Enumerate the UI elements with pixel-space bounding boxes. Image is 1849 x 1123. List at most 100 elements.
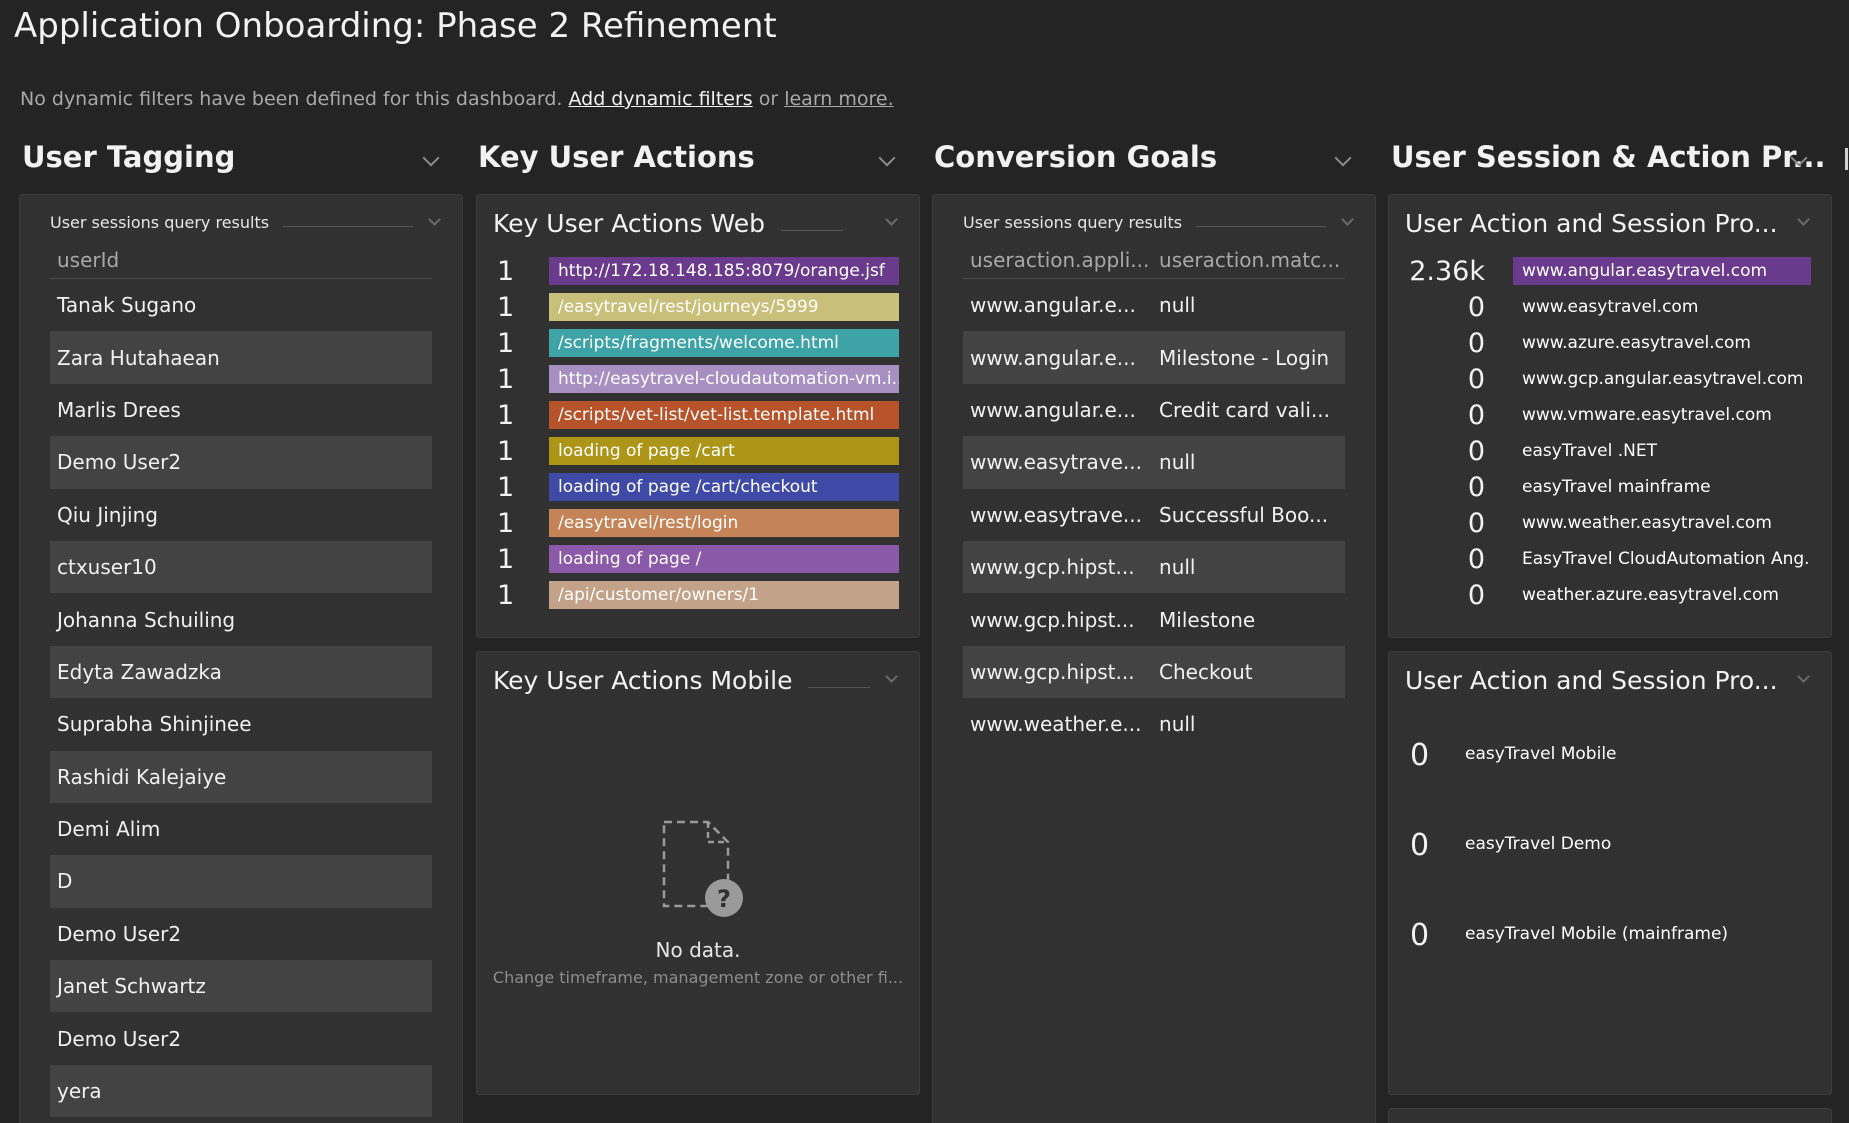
chevron-down-icon[interactable] bbox=[1334, 149, 1352, 167]
cell-userid: Janet Schwartz bbox=[57, 974, 206, 999]
conversion-goals-table: useraction.appli... useraction.matc... w… bbox=[963, 241, 1345, 751]
list-item[interactable]: 0 www.azure.easytravel.com bbox=[1405, 325, 1811, 361]
chevron-down-icon[interactable] bbox=[1797, 670, 1810, 683]
table-row[interactable]: Marlis Drees bbox=[50, 384, 432, 436]
list-item[interactable]: 0 EasyTravel CloudAutomation Ang... bbox=[1405, 541, 1811, 577]
table-row[interactable]: www.angular.e... null bbox=[963, 279, 1345, 331]
list-item[interactable]: 1 loading of page /cart bbox=[493, 433, 899, 469]
property-count: 0 bbox=[1467, 435, 1485, 467]
action-count: 1 bbox=[497, 363, 515, 395]
action-count: 1 bbox=[497, 435, 515, 467]
table-row[interactable]: Johanna Schuiling bbox=[50, 593, 432, 645]
list-item[interactable]: 1 loading of page / bbox=[493, 541, 899, 577]
property-label: www.weather.easytravel.com bbox=[1522, 513, 1772, 533]
add-dynamic-filters-link[interactable]: Add dynamic filters bbox=[568, 88, 752, 110]
no-data-placeholder: ? No data. Change timeframe, management … bbox=[477, 812, 919, 987]
table-row[interactable]: www.gcp.hipst... null bbox=[963, 540, 1345, 594]
table-row[interactable]: Suprabha Shinjinee bbox=[50, 698, 432, 750]
action-label: loading of page / bbox=[549, 545, 899, 573]
table-row[interactable]: www.easytrave... Successful Boo... bbox=[963, 489, 1345, 541]
table-row[interactable]: Demi Alim bbox=[50, 803, 432, 855]
action-label: /scripts/vet-list/vet-list.template.html bbox=[549, 401, 899, 429]
cell-userid: Demo User2 bbox=[57, 921, 182, 946]
list-item[interactable]: 0 easyTravel .NET bbox=[1405, 433, 1811, 469]
list-item[interactable]: 0 easyTravel Demo bbox=[1405, 828, 1811, 918]
list-item[interactable]: 0 easyTravel Mobile (mainframe) bbox=[1405, 918, 1811, 1008]
tile-session-properties-mobile[interactable]: User Action and Session Pro... 0 easyTrav… bbox=[1388, 651, 1832, 1095]
chevron-down-icon[interactable] bbox=[885, 213, 898, 226]
table-row[interactable]: Tanak Sugano bbox=[50, 279, 432, 331]
cell-userid: Suprabha Shinjinee bbox=[57, 712, 252, 737]
chevron-down-icon[interactable] bbox=[422, 149, 440, 167]
list-item[interactable]: 0 www.gcp.angular.easytravel.com bbox=[1405, 361, 1811, 397]
list-item[interactable]: 0 www.easytravel.com bbox=[1405, 289, 1811, 325]
list-item[interactable]: 1/easytravel/rest/login bbox=[493, 505, 899, 541]
filters-notice-text: No dynamic filters have been defined for… bbox=[20, 88, 563, 110]
tile-next-partial[interactable] bbox=[1388, 1108, 1832, 1123]
cell-userid: Edyta Zawadzka bbox=[57, 659, 222, 684]
cell-matching-goal: null bbox=[1159, 450, 1196, 475]
table-row[interactable]: D bbox=[50, 855, 432, 908]
tile-key-user-actions-mobile[interactable]: Key User Actions Mobile ? No data. Chang… bbox=[476, 651, 920, 1095]
list-item[interactable]: 0 weather.azure.easytravel.com bbox=[1405, 577, 1811, 613]
table-row[interactable]: www.gcp.hipst... Checkout bbox=[963, 645, 1345, 699]
table-row[interactable]: Zara Hutahaean bbox=[50, 331, 432, 384]
list-item[interactable]: 2.36k www.angular.easytravel.com bbox=[1405, 253, 1811, 289]
table-row[interactable]: Janet Schwartz bbox=[50, 960, 432, 1013]
list-item[interactable]: 1/scripts/fragments/welcome.html bbox=[493, 325, 899, 361]
table-row[interactable]: Demo User2 bbox=[50, 908, 432, 960]
section-title-key-user-actions: Key User Actions bbox=[478, 140, 755, 174]
session-properties-mobile-list: 0 easyTravel Mobile 0 easyTravel Demo 0 easyT… bbox=[1405, 738, 1811, 1008]
table-row[interactable]: Qiu Jinjing bbox=[50, 489, 432, 541]
list-item[interactable]: 1/scripts/vet-list/vet-list.template.htm… bbox=[493, 397, 899, 433]
list-item[interactable]: 1/api/customer/owners/1 bbox=[493, 577, 899, 613]
chevron-down-icon[interactable] bbox=[428, 213, 441, 226]
property-label: easyTravel .NET bbox=[1522, 441, 1657, 461]
tile-user-tagging[interactable]: User sessions query results userId Tanak… bbox=[19, 194, 463, 1123]
list-item[interactable]: 0 easyTravel Mobile bbox=[1405, 738, 1811, 828]
action-count: 1 bbox=[497, 399, 515, 431]
table-row[interactable]: www.angular.e... Milestone - Login bbox=[963, 331, 1345, 384]
list-item[interactable]: 1/easytravel/rest/journeys/5999 bbox=[493, 289, 899, 325]
list-item[interactable]: 1 http://easytravel-cloudautomation-vm.i.… bbox=[493, 361, 899, 397]
learn-more-link[interactable]: learn more. bbox=[784, 88, 893, 110]
table-row[interactable]: Demo User2 bbox=[50, 436, 432, 489]
list-item[interactable]: 0 easyTravel mainframe bbox=[1405, 469, 1811, 505]
tile-conversion-goals[interactable]: User sessions query results useraction.a… bbox=[932, 194, 1376, 1123]
cell-application: www.angular.e... bbox=[970, 397, 1136, 422]
column-header-application[interactable]: useraction.appli... bbox=[963, 248, 1152, 272]
list-item[interactable]: 1 loading of page /cart/checkout bbox=[493, 469, 899, 505]
cell-application: www.gcp.hipst... bbox=[970, 555, 1135, 580]
cell-matching-goal: Successful Boo... bbox=[1159, 502, 1329, 527]
list-item[interactable]: 0 www.vmware.easytravel.com bbox=[1405, 397, 1811, 433]
section-title-user-tagging: User Tagging bbox=[22, 140, 236, 174]
scroll-edge-marker bbox=[1845, 148, 1848, 170]
table-row[interactable]: Demo User2 bbox=[50, 1012, 432, 1064]
tile-session-properties-web[interactable]: User Action and Session Pro... 2.36k www.… bbox=[1388, 194, 1832, 638]
chevron-down-icon[interactable] bbox=[1797, 213, 1810, 226]
table-row[interactable]: yera bbox=[50, 1064, 432, 1118]
cell-matching-goal: null bbox=[1159, 712, 1196, 737]
property-label: www.azure.easytravel.com bbox=[1522, 333, 1751, 353]
column-header-userid[interactable]: userId bbox=[50, 248, 119, 272]
section-title-conversion-goals: Conversion Goals bbox=[934, 140, 1218, 174]
table-row[interactable]: www.weather.e... null bbox=[963, 698, 1345, 750]
table-row[interactable]: www.angular.e... Credit card vali... bbox=[963, 384, 1345, 436]
missing-file-icon: ? bbox=[662, 820, 743, 917]
tile-key-user-actions-web[interactable]: Key User Actions Web 1 http://172.18.148.… bbox=[476, 194, 920, 638]
list-item[interactable]: 0 www.weather.easytravel.com bbox=[1405, 505, 1811, 541]
tile-title: User sessions query results bbox=[963, 213, 1327, 232]
tile-title: User Action and Session Pro... bbox=[1405, 666, 1778, 695]
table-row[interactable]: ctxuser10 bbox=[50, 540, 432, 594]
column-header-matching-goal[interactable]: useraction.matc... bbox=[1152, 248, 1345, 272]
table-row[interactable]: www.gcp.hipst... Milestone bbox=[963, 593, 1345, 645]
chevron-down-icon[interactable] bbox=[885, 670, 898, 683]
table-row[interactable]: Rashidi Kalejaiye bbox=[50, 750, 432, 803]
action-label: http://easytravel-cloudautomation-vm.i..… bbox=[549, 365, 899, 393]
chevron-down-icon[interactable] bbox=[1341, 213, 1354, 226]
tile-title: User Action and Session Pro... bbox=[1405, 209, 1778, 238]
table-row[interactable]: www.easytrave... null bbox=[963, 436, 1345, 489]
chevron-down-icon[interactable] bbox=[878, 149, 896, 167]
table-row[interactable]: Edyta Zawadzka bbox=[50, 645, 432, 699]
list-item[interactable]: 1 http://172.18.148.185:8079/orange.jsf bbox=[493, 253, 899, 289]
